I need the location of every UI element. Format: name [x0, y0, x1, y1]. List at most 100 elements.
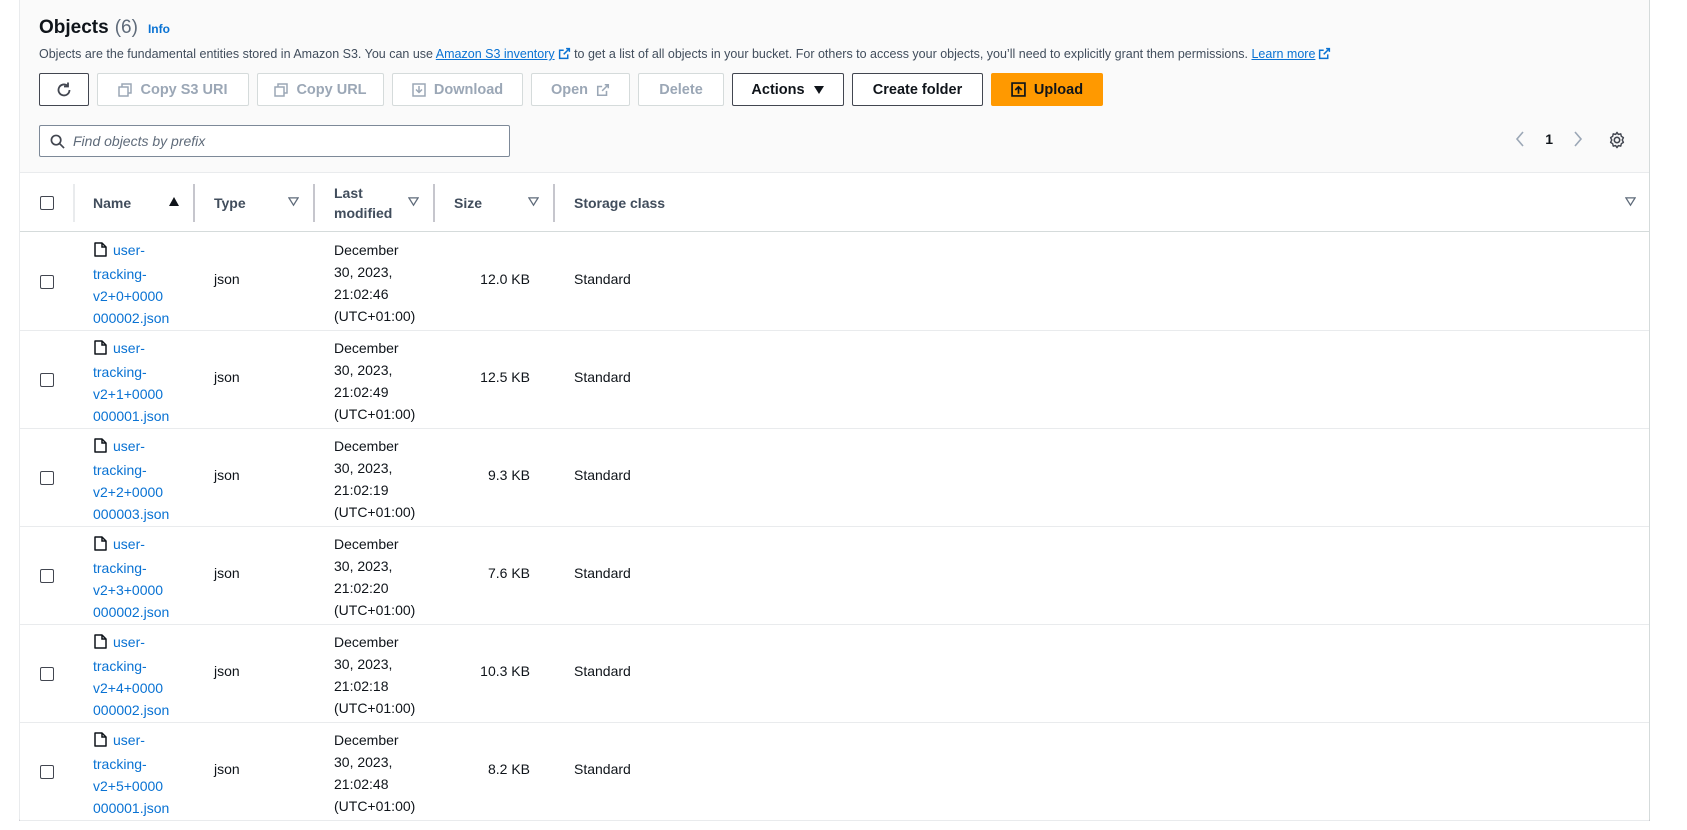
table-row: user-tracking-v2+0+0000 000002.json json De… — [20, 233, 1649, 331]
row-checkbox[interactable] — [40, 471, 54, 485]
object-name-line: 000002.json — [93, 310, 170, 326]
last-modified-line: 21:02:19 — [334, 482, 389, 498]
copy-icon — [274, 82, 289, 97]
refresh-icon — [57, 82, 71, 96]
refresh-button[interactable] — [39, 73, 89, 106]
object-name-line: tracking- — [93, 756, 147, 772]
last-modified-line: 30, 2023, — [334, 362, 393, 378]
object-type: json — [214, 663, 240, 679]
inventory-link[interactable]: Amazon S3 inventory — [436, 47, 555, 61]
column-divider[interactable] — [313, 184, 315, 222]
description-text-2: to get a list of all objects in your buc… — [570, 47, 1252, 61]
object-size: 12.0 KB — [480, 271, 530, 287]
file-icon — [94, 437, 107, 459]
page-number[interactable]: 1 — [1545, 131, 1553, 147]
column-last-modified[interactable]: Last modified — [334, 174, 392, 232]
last-modified-line: 21:02:49 — [334, 384, 389, 400]
column-divider — [73, 184, 75, 222]
pagination: 1 — [1515, 131, 1583, 147]
upload-button[interactable]: Upload — [991, 73, 1103, 106]
last-modified-line: 21:02:48 — [334, 776, 389, 792]
description: Objects are the fundamental entities sto… — [39, 47, 1331, 61]
actions-label: Actions — [751, 81, 805, 98]
chevron-right-icon[interactable] — [1573, 131, 1583, 147]
row-checkbox[interactable] — [40, 373, 54, 387]
column-name[interactable]: Name — [93, 174, 131, 232]
column-size[interactable]: Size — [454, 174, 482, 232]
row-checkbox[interactable] — [40, 569, 54, 583]
last-modified-line: (UTC+01:00) — [334, 602, 416, 618]
column-type[interactable]: Type — [214, 174, 246, 232]
last-modified-line: (UTC+01:00) — [334, 406, 416, 422]
gear-icon[interactable] — [1608, 131, 1626, 149]
open-button[interactable]: Open — [531, 73, 630, 106]
sort-icon[interactable] — [528, 196, 539, 207]
object-name-line: 000001.json — [93, 800, 170, 816]
object-type: json — [214, 271, 240, 287]
object-name-line: 000001.json — [93, 408, 170, 424]
object-name-line: v2+4+0000 — [93, 680, 164, 696]
sort-icon[interactable] — [1625, 196, 1636, 207]
download-button[interactable]: Download — [392, 73, 523, 106]
object-last-modified: December 30, 2023, 21:02:18 (UTC+01:00) — [334, 631, 424, 719]
column-last-modified-label: Last modified — [334, 183, 392, 223]
learn-more-link[interactable]: Learn more — [1251, 47, 1315, 61]
object-size: 12.5 KB — [480, 369, 530, 385]
file-icon — [94, 241, 107, 263]
actions-dropdown[interactable]: Actions — [732, 73, 844, 106]
column-name-label: Name — [93, 195, 132, 211]
description-text-1: Objects are the fundamental entities sto… — [39, 47, 436, 61]
last-modified-line: 30, 2023, — [334, 656, 393, 672]
table-row: user-tracking-v2+4+0000 000002.json json De… — [20, 625, 1649, 723]
last-modified-line: 21:02:18 — [334, 678, 389, 694]
external-link-icon — [558, 47, 570, 60]
last-modified-line: 21:02:20 — [334, 580, 389, 596]
object-storage-class: Standard — [574, 663, 631, 679]
search-input[interactable] — [73, 133, 493, 149]
column-size-label: Size — [454, 195, 483, 211]
column-storage-class[interactable]: Storage class — [574, 174, 665, 232]
upload-icon — [1011, 82, 1026, 97]
select-all-cell — [40, 174, 54, 232]
create-folder-button[interactable]: Create folder — [852, 73, 983, 106]
object-name-line: v2+5+0000 — [93, 778, 164, 794]
object-name-line: user- — [113, 732, 145, 748]
last-modified-line: 30, 2023, — [334, 264, 393, 280]
info-link[interactable]: Info — [148, 22, 170, 36]
column-divider[interactable] — [193, 184, 195, 222]
column-last-modified-line-1: Last — [334, 185, 363, 201]
object-name-line: 000003.json — [93, 506, 170, 522]
row-checkbox[interactable] — [40, 667, 54, 681]
object-name-line: 000002.json — [93, 604, 170, 620]
caret-down-icon — [813, 85, 824, 94]
sort-icon[interactable] — [408, 196, 419, 207]
sort-icon[interactable] — [288, 196, 299, 207]
upload-label: Upload — [1033, 81, 1084, 98]
column-divider[interactable] — [433, 184, 435, 222]
download-label: Download — [433, 81, 504, 98]
file-icon — [94, 339, 107, 361]
column-divider[interactable] — [553, 184, 555, 222]
row-checkbox[interactable] — [40, 275, 54, 289]
learn-more-label: Learn more — [1251, 47, 1316, 61]
object-size: 8.2 KB — [487, 761, 530, 777]
external-link-icon — [1319, 47, 1331, 60]
sort-ascending-icon[interactable] — [168, 196, 180, 208]
select-all-checkbox[interactable] — [40, 196, 54, 210]
object-name-cell: user-tracking-v2+4+0000 000002.json — [93, 631, 179, 721]
delete-button[interactable]: Delete — [638, 73, 724, 106]
chevron-left-icon[interactable] — [1515, 131, 1525, 147]
column-last-modified-line-2: modified — [334, 205, 393, 221]
objects-panel: Objects (6) Info Objects are the fundame… — [19, 0, 1650, 821]
object-name-line: v2+1+0000 — [93, 386, 164, 402]
copy-s3-uri-button[interactable]: Copy S3 URI — [97, 73, 249, 106]
last-modified-line: (UTC+01:00) — [334, 504, 416, 520]
table-header: Name Type Last modified Size Storage clas… — [20, 174, 1649, 232]
object-last-modified: December 30, 2023, 21:02:49 (UTC+01:00) — [334, 337, 424, 425]
object-last-modified: December 30, 2023, 21:02:20 (UTC+01:00) — [334, 533, 424, 621]
object-last-modified: December 30, 2023, 21:02:19 (UTC+01:00) — [334, 435, 424, 523]
last-modified-line: 30, 2023, — [334, 558, 393, 574]
object-name-line: tracking- — [93, 364, 147, 380]
copy-url-button[interactable]: Copy URL — [257, 73, 384, 106]
row-checkbox[interactable] — [40, 765, 54, 779]
